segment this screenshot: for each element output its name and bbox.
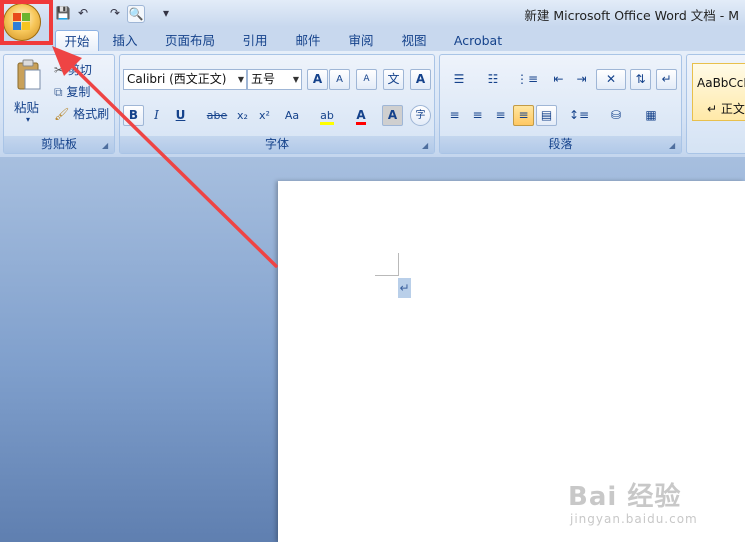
watermark-main: Bai 经验 — [568, 482, 682, 512]
watermark-sub: jingyan.baidu.com — [570, 512, 698, 526]
baidu-watermark: Bai 经验 jingyan.baidu.com — [568, 476, 738, 536]
annotation-arrow — [52, 46, 278, 268]
